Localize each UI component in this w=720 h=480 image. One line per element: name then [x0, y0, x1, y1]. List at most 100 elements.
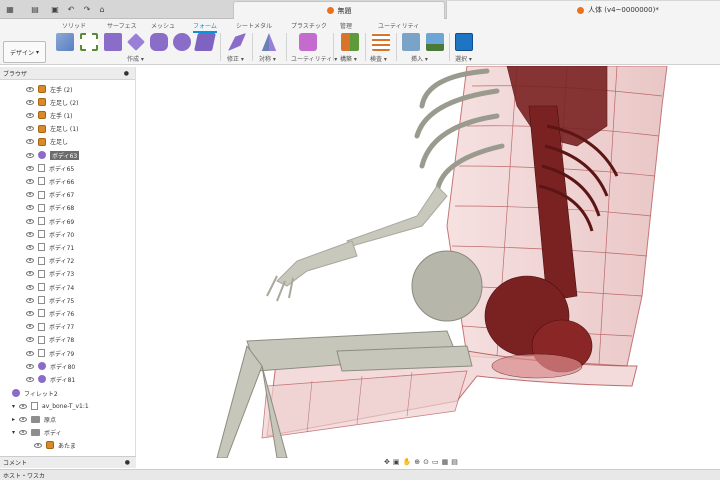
browser-item[interactable]: ボディ76 [26, 307, 74, 319]
browser-item[interactable]: ボディ72 [26, 255, 74, 267]
tab-mesh[interactable]: メッシュ [151, 21, 175, 30]
torus-icon[interactable] [194, 33, 216, 51]
eye-icon[interactable] [26, 99, 34, 105]
browser-item[interactable]: ボディ67 [26, 189, 74, 201]
eye-icon[interactable] [26, 218, 34, 224]
sketch-icon[interactable] [80, 33, 98, 51]
eye-icon[interactable] [26, 337, 34, 343]
save-icon[interactable]: ▣ [48, 3, 62, 16]
eye-icon[interactable] [26, 112, 34, 118]
browser-item[interactable]: ▸ 原点 [12, 413, 56, 425]
eye-icon[interactable] [26, 178, 34, 184]
browser-item[interactable]: ボディ73 [26, 268, 74, 280]
construct-group-label[interactable]: 構築 ▾ [340, 54, 357, 63]
modify-icon[interactable] [228, 33, 246, 51]
create-form-icon[interactable] [56, 33, 74, 51]
browser-item[interactable]: ボディ78 [26, 334, 74, 346]
second-document-tab[interactable]: 人体 (v4~0000000)* [446, 1, 720, 19]
sphere-icon[interactable] [173, 33, 191, 51]
orbit-icon[interactable]: ✥ [384, 458, 390, 466]
browser-item[interactable]: ボディ79 [26, 347, 74, 359]
construct-icon[interactable] [341, 33, 359, 51]
browser-item[interactable]: ボディ63 [26, 149, 80, 161]
workspace-switcher[interactable]: デザイン ▾ [3, 41, 46, 63]
create-group-label[interactable]: 作成 ▾ [127, 54, 144, 63]
eye-icon[interactable] [19, 429, 28, 435]
utilities-icon[interactable] [299, 33, 317, 51]
3d-viewport[interactable] [137, 66, 720, 458]
browser-item[interactable]: ▾ av_bone-T_v1:1 [12, 400, 89, 412]
eye-icon[interactable] [26, 126, 34, 132]
eye-icon[interactable] [26, 324, 34, 330]
browser-item[interactable]: 左足し (1) [26, 123, 78, 135]
browser-item[interactable]: ボディ66 [26, 175, 74, 187]
eye-icon[interactable] [26, 258, 34, 264]
redo-icon[interactable]: ↷ [80, 3, 94, 16]
eye-icon[interactable] [26, 376, 34, 382]
browser-item[interactable]: あたま [34, 439, 76, 451]
tab-utilities[interactable]: ユーティリティ [378, 21, 419, 30]
eye-icon[interactable] [26, 284, 34, 290]
panel-pin-icon[interactable]: ● [125, 459, 130, 466]
file-menu-icon[interactable]: ▤ [28, 3, 42, 16]
browser-item[interactable]: ボディ70 [26, 228, 74, 240]
inspect-icon[interactable] [372, 33, 390, 51]
browser-item[interactable]: ボディ75 [26, 294, 74, 306]
inspect-group-label[interactable]: 検査 ▾ [370, 54, 387, 63]
browser-item[interactable]: フィレット2 [12, 387, 58, 399]
browser-item[interactable]: 左足し [26, 136, 68, 148]
eye-icon[interactable] [26, 192, 34, 198]
eye-icon[interactable] [26, 271, 34, 277]
image-icon[interactable] [426, 33, 444, 51]
browser-item[interactable]: ボディ71 [26, 241, 74, 253]
browser-item[interactable]: ボディ65 [26, 162, 74, 174]
eye-icon[interactable] [26, 297, 34, 303]
eye-icon[interactable] [26, 310, 34, 316]
hand-icon[interactable]: ✋ [403, 458, 412, 466]
zoom-icon[interactable]: ⊕ [414, 458, 420, 466]
eye-icon[interactable] [19, 416, 28, 422]
browser-item[interactable]: ボディ77 [26, 321, 74, 333]
browser-item[interactable]: ボディ80 [26, 360, 75, 372]
tab-form[interactable]: フォーム [193, 21, 217, 33]
fit-icon[interactable]: ⊙ [423, 458, 429, 466]
browser-item[interactable]: 左足し (2) [26, 96, 78, 108]
eye-icon[interactable] [19, 403, 28, 409]
document-tab[interactable]: 無題 [233, 1, 445, 19]
viewport-settings-icon[interactable]: ▤ [451, 458, 458, 466]
expand-arrow-icon[interactable]: ▾ [12, 429, 15, 436]
browser-item[interactable]: ボディ68 [26, 202, 74, 214]
pan-icon[interactable]: ▣ [393, 458, 400, 466]
panel-pin-icon[interactable]: ● [124, 70, 129, 77]
eye-icon[interactable] [26, 205, 34, 211]
browser-item[interactable]: 左手 (2) [26, 83, 72, 95]
eye-icon[interactable] [26, 350, 34, 356]
tab-sheet-metal[interactable]: シートメタル [236, 21, 272, 30]
expand-arrow-icon[interactable]: ▾ [12, 403, 15, 410]
tab-solid[interactable]: ソリッド [62, 21, 86, 30]
box-icon[interactable] [104, 33, 122, 51]
tab-plastic[interactable]: プラスチック [291, 21, 327, 30]
symmetry-group-label[interactable]: 対称 ▾ [259, 54, 276, 63]
eye-icon[interactable] [26, 86, 34, 92]
expand-arrow-icon[interactable]: ▸ [12, 416, 15, 423]
eye-icon[interactable] [26, 244, 34, 250]
insert-group-label[interactable]: 挿入 ▾ [411, 54, 428, 63]
tab-surface[interactable]: サーフェス [107, 21, 137, 30]
comments-panel[interactable]: コメント ● [0, 456, 136, 468]
eye-icon[interactable] [26, 152, 34, 158]
grid-menu-icon[interactable]: ▦ [3, 3, 17, 16]
browser-item[interactable]: 左手 (1) [26, 109, 72, 121]
utilities-group-label[interactable]: ユーティリティ ▾ [291, 54, 337, 63]
browser-item[interactable]: ボディ69 [26, 215, 74, 227]
symmetry-icon[interactable] [261, 33, 277, 51]
display-settings-icon[interactable]: ▭ [432, 458, 439, 466]
browser-item[interactable]: ボディ74 [26, 281, 74, 293]
eye-icon[interactable] [26, 139, 34, 145]
tab-manage[interactable]: 管理 [340, 21, 352, 30]
select-group-label[interactable]: 選択 ▾ [455, 54, 472, 63]
insert-icon[interactable] [402, 33, 420, 51]
cylinder-icon[interactable] [150, 33, 168, 51]
grid-settings-icon[interactable]: ▦ [442, 458, 449, 466]
eye-icon[interactable] [26, 165, 34, 171]
